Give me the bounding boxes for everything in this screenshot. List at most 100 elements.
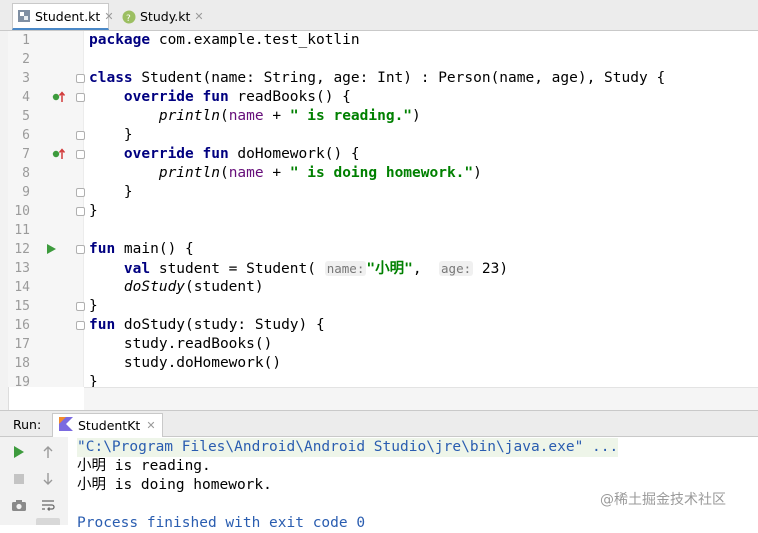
code-line: val student = Student( name: "小明", age: 2… — [89, 259, 508, 278]
tab-label: Study.kt — [140, 9, 191, 24]
code-token: val — [89, 261, 151, 277]
line-number: 2 — [22, 52, 30, 67]
code-token: , — [412, 261, 440, 277]
fold-icon[interactable] — [76, 131, 85, 140]
code-token: fun — [89, 317, 116, 333]
run-icon[interactable] — [47, 244, 56, 254]
line-number: 15 — [14, 299, 30, 314]
console-line: Process finished with exit code 0 — [77, 515, 366, 531]
close-icon[interactable]: ✕ — [194, 10, 203, 23]
line-number: 12 — [14, 242, 30, 257]
run-toolbar — [0, 437, 68, 525]
console-line: 小明 is reading. — [77, 458, 211, 474]
code-token: name — [228, 165, 264, 181]
line-number: 6 — [22, 128, 30, 143]
code-line: println(name + " is reading.") — [89, 107, 421, 126]
code-line: override fun readBooks() { — [89, 88, 351, 107]
fold-icon[interactable] — [76, 188, 85, 197]
line-number: 10 — [14, 204, 30, 219]
fold-icon[interactable] — [76, 150, 85, 159]
run-label: Run: — [13, 417, 42, 432]
run-tab-studentkt[interactable]: StudentKt ✕ — [52, 413, 163, 437]
override-icon[interactable] — [52, 91, 66, 105]
watermark: @稀土掘金技术社区 — [600, 492, 726, 508]
console-line: 小明 is doing homework. — [77, 477, 272, 493]
line-number: 1 — [22, 33, 30, 48]
code-token: Student(name: String, age: Int) : Person… — [132, 70, 666, 86]
close-icon[interactable]: ✕ — [146, 419, 155, 432]
code-token: com.example.test_kotlin — [150, 32, 360, 48]
code-token: ( — [219, 165, 229, 181]
code-line: class Student(name: String, age: Int) : … — [89, 69, 665, 88]
code-token: doStudy — [123, 279, 186, 295]
code-token: " is doing homework." — [289, 165, 474, 181]
code-token: name — [228, 108, 264, 124]
code-token: + — [263, 165, 290, 181]
fold-icon[interactable] — [76, 93, 85, 102]
code-token: println — [158, 108, 220, 124]
line-number: 8 — [22, 166, 30, 181]
stop-icon[interactable] — [9, 469, 29, 489]
line-number: 9 — [22, 185, 30, 200]
code-line: } — [89, 183, 133, 202]
code-token: main() { — [115, 241, 194, 257]
fold-icon[interactable] — [76, 74, 85, 83]
kotlin-run-icon — [59, 417, 73, 434]
code-line: fun doStudy(study: Study) { — [89, 316, 325, 335]
run-tab-label: StudentKt — [78, 418, 141, 433]
code-token: } — [89, 203, 98, 219]
code-line: } — [89, 202, 98, 221]
run-tool-window-header: Run: StudentKt ✕ — [0, 410, 758, 437]
code-token: } — [89, 298, 98, 314]
fold-icon[interactable] — [76, 245, 85, 254]
code-token: + — [263, 108, 290, 124]
tab-label: Student.kt — [35, 8, 101, 24]
code-token: fun — [89, 241, 116, 257]
code-token: doHomework() { — [228, 146, 360, 162]
console-line: "C:\Program Files\Android\Android Studio… — [77, 438, 619, 457]
fold-icon[interactable] — [76, 302, 85, 311]
code-line: study.readBooks() — [89, 335, 272, 354]
code-token: println — [158, 165, 220, 181]
rerun-icon[interactable] — [9, 442, 29, 462]
code-token: class — [89, 70, 133, 86]
line-number: 13 — [14, 261, 30, 276]
camera-icon[interactable] — [9, 495, 29, 515]
code-token: override fun — [89, 89, 229, 105]
code-token: readBooks() { — [228, 89, 351, 105]
fold-icon[interactable] — [76, 321, 85, 330]
tab-study-kt[interactable]: ? Study.kt ✕ — [118, 3, 210, 30]
line-number: 4 — [22, 90, 30, 105]
code-token: study.doHomework() — [89, 355, 282, 371]
code-token: ) — [473, 165, 482, 181]
editor-horizontal-scrollbar[interactable] — [84, 387, 758, 411]
soft-wrap-toggle[interactable] — [36, 518, 60, 525]
code-line: fun main() { — [89, 240, 194, 259]
fold-icon[interactable] — [76, 207, 85, 216]
parameter-hint: name: — [324, 261, 367, 276]
run-console[interactable]: "C:\Program Files\Android\Android Studio… — [68, 437, 758, 531]
code-token: ) — [412, 108, 421, 124]
code-token: } — [89, 127, 133, 143]
override-icon[interactable] — [52, 148, 66, 162]
code-token: study.readBooks() — [89, 336, 273, 352]
down-arrow-icon[interactable] — [38, 469, 58, 489]
code-line: println(name + " is doing homework.") — [89, 164, 482, 183]
code-token: "小明" — [366, 261, 413, 277]
code-line: } — [89, 297, 98, 316]
tab-student-kt[interactable]: Student.kt ✕ — [12, 3, 114, 30]
kotlin-file-icon — [17, 9, 31, 23]
close-icon[interactable]: ✕ — [104, 10, 113, 23]
code-token: doStudy(study: Study) { — [115, 317, 325, 333]
up-arrow-icon[interactable] — [38, 442, 58, 462]
wrap-icon[interactable] — [38, 495, 58, 515]
code-line: package com.example.test_kotlin — [89, 31, 360, 50]
code-line: override fun doHomework() { — [89, 145, 360, 164]
code-token: (student) — [185, 279, 264, 295]
line-number: 11 — [14, 223, 30, 238]
svg-text:?: ? — [126, 14, 131, 24]
code-token: package — [89, 32, 151, 48]
code-line: } — [89, 126, 133, 145]
code-token: } — [89, 184, 133, 200]
